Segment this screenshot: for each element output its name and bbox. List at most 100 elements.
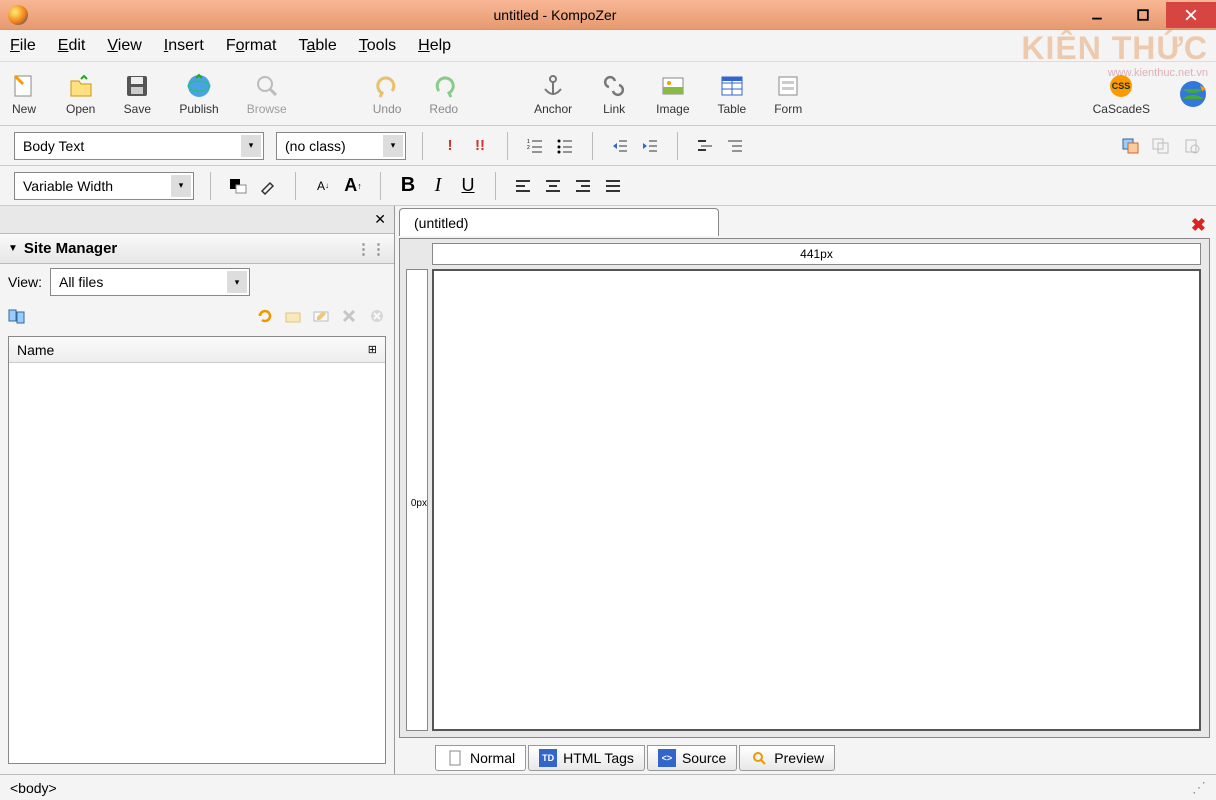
font-family-combo[interactable]: Variable Width▾ — [14, 172, 194, 200]
stop-icon[interactable] — [368, 307, 386, 325]
layers-icon-1[interactable] — [1120, 135, 1142, 157]
app-icon — [8, 5, 28, 25]
align-right-button[interactable] — [572, 175, 594, 197]
rename-icon[interactable] — [312, 307, 330, 325]
em-double-button[interactable]: !! — [469, 135, 491, 157]
globe-icon — [1178, 80, 1206, 108]
menu-help[interactable]: Help — [418, 37, 451, 55]
main-toolbar: New Open Save Publish Browse Undo Redo A… — [0, 62, 1216, 126]
menu-view[interactable]: View — [107, 37, 141, 55]
menu-insert[interactable]: Insert — [164, 37, 204, 55]
align-justify-button[interactable] — [602, 175, 624, 197]
editor-area: (untitled) ✖ 441px 0px Normal TDHTML Tag… — [395, 206, 1216, 774]
anchor-icon — [539, 72, 567, 100]
indent-button[interactable] — [609, 135, 631, 157]
layers-icon-3[interactable] — [1180, 135, 1202, 157]
ruler-horizontal[interactable]: 441px — [432, 243, 1201, 265]
font-smaller-button[interactable]: A↓ — [312, 175, 334, 197]
image-icon — [659, 72, 687, 100]
open-icon — [67, 72, 95, 100]
underline-button[interactable]: U — [457, 175, 479, 197]
page-icon — [446, 749, 464, 767]
delete-icon[interactable] — [340, 307, 358, 325]
ul-button[interactable] — [554, 135, 576, 157]
open-button[interactable]: Open — [66, 72, 95, 116]
redo-button[interactable]: Redo — [429, 72, 458, 116]
cascades-icon: CSS — [1107, 72, 1135, 100]
dt-button[interactable] — [724, 135, 746, 157]
link-icon — [600, 72, 628, 100]
chevron-down-icon: ▾ — [171, 175, 191, 197]
layers-icon-2[interactable] — [1150, 135, 1172, 157]
resize-grip-icon[interactable]: ⋰ — [1192, 779, 1206, 796]
chevron-down-icon: ▾ — [383, 135, 403, 157]
sidebar: ✕ ▼ Site Manager ⋮⋮ View: All files▾ — [0, 206, 395, 774]
menu-edit[interactable]: Edit — [58, 37, 86, 55]
browse-button[interactable]: Browse — [247, 72, 287, 116]
publish-button[interactable]: Publish — [179, 72, 218, 116]
view-tab-normal[interactable]: Normal — [435, 745, 526, 771]
grip-icon: ⋮⋮ — [356, 240, 386, 258]
chevron-down-icon: ▾ — [241, 135, 261, 157]
ol-button[interactable]: 12 — [524, 135, 546, 157]
td-icon: TD — [539, 749, 557, 767]
anchor-button[interactable]: Anchor — [534, 72, 572, 116]
text-color-button[interactable] — [227, 175, 249, 197]
format-toolbar-2: Variable Width▾ A↓ A↑ B I U — [0, 166, 1216, 206]
align-left-button[interactable] — [512, 175, 534, 197]
table-button[interactable]: Table — [718, 72, 747, 116]
paragraph-style-combo[interactable]: Body Text▾ — [14, 132, 264, 160]
titlebar[interactable]: untitled - KompoZer — [0, 0, 1216, 30]
view-tab-source[interactable]: <>Source — [647, 745, 737, 771]
bold-button[interactable]: B — [397, 175, 419, 197]
new-button[interactable]: New — [10, 72, 38, 116]
close-tab-icon[interactable]: ✖ — [1191, 215, 1206, 236]
site-manager-header[interactable]: ▼ Site Manager ⋮⋮ — [0, 234, 394, 264]
document-tab[interactable]: (untitled) — [399, 208, 719, 236]
sidebar-close-icon[interactable]: ✕ — [374, 211, 386, 228]
italic-button[interactable]: I — [427, 175, 449, 197]
source-icon: <> — [658, 749, 676, 767]
image-button[interactable]: Image — [656, 72, 689, 116]
chevron-down-icon: ▾ — [227, 271, 247, 293]
link-button[interactable]: Link — [600, 72, 628, 116]
view-tab-preview[interactable]: Preview — [739, 745, 835, 771]
align-center-button[interactable] — [542, 175, 564, 197]
close-button[interactable] — [1166, 2, 1216, 28]
extra-globe-button[interactable] — [1178, 80, 1206, 108]
em-single-button[interactable]: ! — [439, 135, 461, 157]
view-combo[interactable]: All files▾ — [50, 268, 250, 296]
undo-button[interactable]: Undo — [373, 72, 402, 116]
undo-icon — [373, 72, 401, 100]
font-larger-button[interactable]: A↑ — [342, 175, 364, 197]
redo-icon — [430, 72, 458, 100]
format-toolbar-1: Body Text▾ (no class)▾ ! !! 12 — [0, 126, 1216, 166]
class-combo[interactable]: (no class)▾ — [276, 132, 406, 160]
menu-tools[interactable]: Tools — [359, 37, 396, 55]
dl-button[interactable] — [694, 135, 716, 157]
menu-table[interactable]: Table — [299, 37, 337, 55]
dual-pane-icon[interactable] — [8, 307, 26, 325]
refresh-icon[interactable] — [256, 307, 274, 325]
page-canvas[interactable] — [432, 269, 1201, 731]
window-title: untitled - KompoZer — [36, 7, 1074, 23]
column-picker-icon[interactable]: ⊞ — [368, 343, 377, 356]
save-button[interactable]: Save — [123, 72, 151, 116]
name-column-header[interactable]: Name — [17, 342, 54, 358]
menubar: File Edit View Insert Format Table Tools… — [0, 30, 1216, 62]
file-list[interactable]: Name ⊞ — [8, 336, 386, 764]
maximize-button[interactable] — [1120, 2, 1166, 28]
menu-format[interactable]: Format — [226, 37, 277, 55]
cascades-button[interactable]: CSSCaScadeS — [1093, 72, 1150, 116]
menu-file[interactable]: File — [10, 37, 36, 55]
minimize-button[interactable] — [1074, 2, 1120, 28]
view-tab-html-tags[interactable]: TDHTML Tags — [528, 745, 645, 771]
highlighter-button[interactable] — [257, 175, 279, 197]
preview-icon — [750, 749, 768, 767]
status-path[interactable]: <body> — [10, 780, 57, 796]
ruler-vertical[interactable]: 0px — [406, 269, 428, 731]
form-button[interactable]: Form — [774, 72, 802, 116]
new-folder-icon[interactable] — [284, 307, 302, 325]
svg-text:CSS: CSS — [1112, 81, 1131, 91]
outdent-button[interactable] — [639, 135, 661, 157]
